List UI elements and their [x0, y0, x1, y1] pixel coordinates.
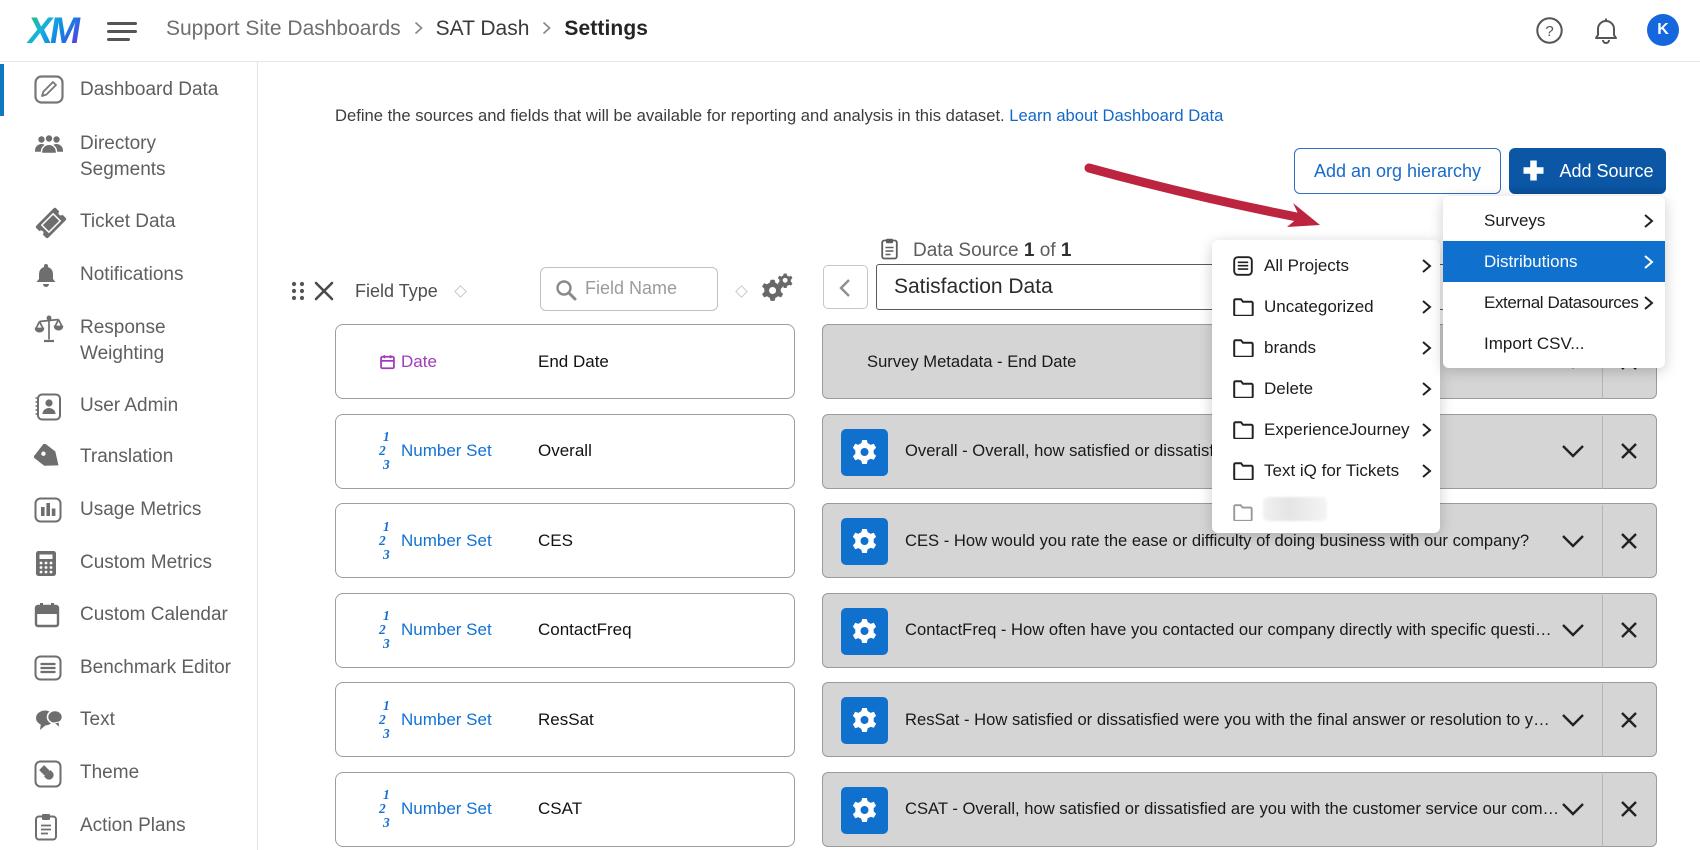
- svg-text:3: 3: [382, 815, 390, 830]
- svg-text:3: 3: [382, 457, 390, 472]
- svg-text:1: 1: [383, 698, 390, 713]
- svg-text:1: 1: [383, 787, 390, 802]
- svg-text:2: 2: [378, 443, 386, 458]
- svg-text:?: ?: [1545, 23, 1553, 40]
- svg-text:2: 2: [378, 712, 386, 727]
- svg-text:2: 2: [378, 533, 386, 548]
- svg-text:1: 1: [383, 519, 390, 534]
- svg-text:1: 1: [383, 429, 390, 444]
- svg-text:3: 3: [382, 547, 390, 562]
- svg-text:3: 3: [382, 636, 390, 651]
- svg-text:3: 3: [382, 726, 390, 741]
- svg-text:1: 1: [383, 608, 390, 623]
- svg-text:2: 2: [378, 801, 386, 816]
- svg-text:2: 2: [378, 622, 386, 637]
